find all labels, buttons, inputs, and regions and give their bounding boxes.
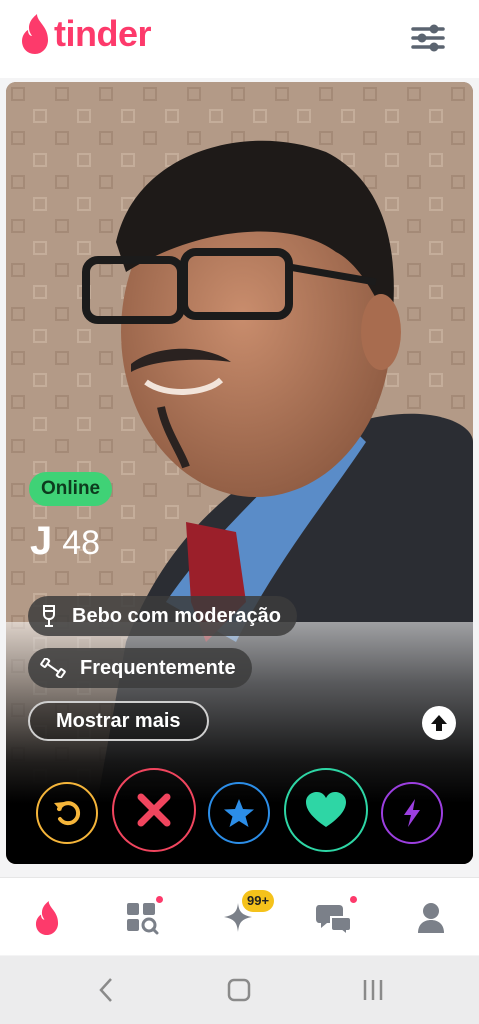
boost-button[interactable] — [381, 782, 443, 844]
likes-count-badge: 99+ — [242, 890, 275, 912]
tag-label: Frequentemente — [80, 656, 236, 679]
nav-explore[interactable] — [120, 894, 165, 940]
glass-icon — [43, 605, 55, 627]
flame-icon — [22, 14, 48, 54]
lightning-icon — [404, 799, 420, 827]
chat-bubbles-icon — [316, 905, 352, 935]
sliders-icon — [411, 24, 445, 52]
settings-button[interactable] — [404, 18, 452, 58]
tag-drinking: Bebo com moderação — [28, 596, 297, 636]
rewind-icon — [54, 801, 81, 826]
app-name: tinder — [54, 13, 152, 54]
flame-icon — [35, 901, 59, 935]
heart-icon — [306, 792, 346, 827]
expand-profile-button[interactable] — [422, 706, 456, 740]
chevron-left-icon — [99, 978, 112, 1002]
system-navigation-bar — [0, 956, 479, 1024]
recents-button[interactable] — [353, 974, 393, 1006]
person-icon — [418, 903, 444, 933]
profile-card[interactable]: Online J 48 Bebo com moderação Frequente… — [6, 82, 473, 864]
tag-label: Bebo com moderação — [72, 604, 281, 627]
notification-dot — [348, 894, 359, 905]
recents-icon — [363, 980, 383, 1000]
nav-messages[interactable] — [312, 894, 359, 940]
home-button[interactable] — [219, 974, 259, 1006]
explore-grid-icon — [127, 903, 159, 935]
bottom-navigation: 99+ — [0, 877, 479, 955]
back-button[interactable] — [86, 974, 126, 1006]
x-icon — [137, 793, 171, 827]
star-icon — [224, 799, 254, 827]
profile-age: 48 — [62, 524, 101, 562]
like-button[interactable] — [284, 768, 368, 852]
dumbbell-icon — [40, 658, 66, 678]
name-age-row: J 48 — [30, 519, 100, 564]
arrow-up-icon — [431, 715, 447, 731]
nope-button[interactable] — [112, 768, 196, 852]
show-more-button[interactable]: Mostrar mais — [28, 701, 209, 741]
nav-likes[interactable]: 99+ — [218, 890, 275, 940]
tag-exercise: Frequentemente — [28, 648, 252, 688]
nav-home[interactable] — [25, 896, 69, 940]
home-square-icon — [227, 978, 251, 1002]
top-bar: tinder — [0, 0, 479, 78]
tinder-logo[interactable]: tinder — [20, 13, 152, 54]
rewind-button[interactable] — [36, 782, 98, 844]
nav-profile[interactable] — [409, 896, 453, 940]
super-like-button[interactable] — [208, 782, 270, 844]
profile-name: J — [30, 519, 53, 563]
notification-dot — [154, 894, 165, 905]
online-status-badge: Online — [29, 472, 113, 506]
